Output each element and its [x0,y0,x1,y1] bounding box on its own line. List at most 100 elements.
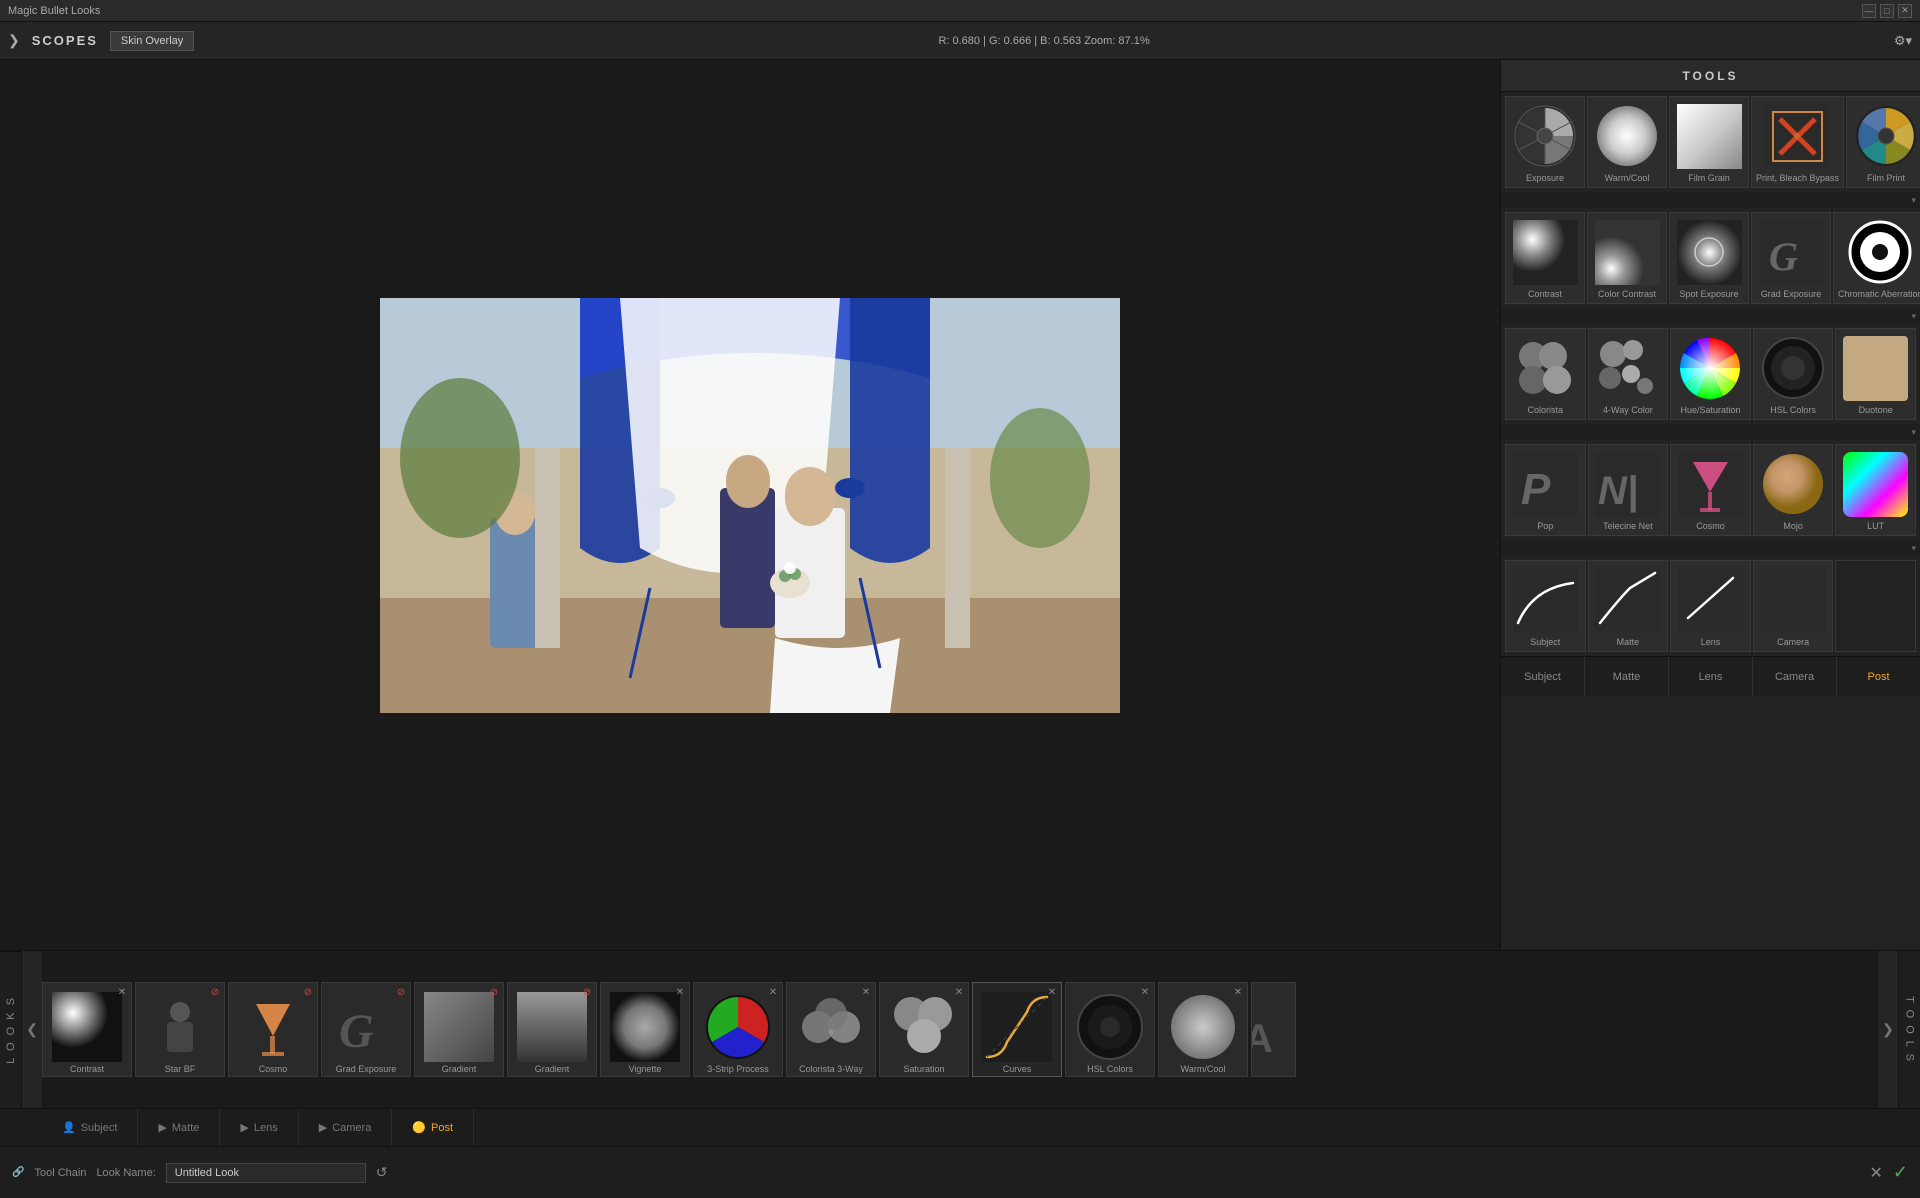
strip-gradient[interactable]: ⊘ Gradient [414,982,504,1077]
matte-icon: ▶ [158,1121,166,1134]
strip-3strip[interactable]: ✕ 3-Strip Process [693,982,783,1077]
image-panel [0,60,1500,950]
strip-close-contrast[interactable]: ✕ [115,985,129,999]
section-tab-matte[interactable]: ▶ Matte [138,1109,220,1146]
print-bleach-label: Print, Bleach Bypass [1756,173,1839,183]
strip-star-bf[interactable]: ⊘ Star BF [135,982,225,1077]
tool-film-grain[interactable]: Film Grain [1669,96,1749,188]
maximize-button[interactable]: □ [1880,4,1894,18]
strip-contrast-label: Contrast [70,1062,104,1076]
tool-colorista[interactable]: Colorista [1505,328,1586,420]
tool-4way-color[interactable]: 4-Way Color [1588,328,1669,420]
tool-print-bleach[interactable]: Print, Bleach Bypass [1751,96,1844,188]
strip-close-gradient[interactable]: ⊘ [487,985,501,999]
tool-grad-exposure[interactable]: G Grad Exposure [1751,212,1831,304]
section-row-1: ▾ [1501,192,1920,208]
tool-matte-line[interactable]: Matte [1588,560,1669,652]
tool-hsl-colors[interactable]: HSL Colors [1753,328,1834,420]
strip-gradient-label: Gradient [442,1062,477,1076]
tab-subject[interactable]: Subject [1501,657,1585,696]
film-grain-icon [1674,101,1744,171]
close-button[interactable]: ✕ [1898,4,1912,18]
section-tab-camera[interactable]: ▶ Camera [299,1109,393,1146]
section-dropdown-1[interactable]: ▾ [1911,195,1916,206]
strip-close-cosmo[interactable]: ⊘ [301,985,315,999]
tool-lut[interactable]: LUT [1835,444,1916,536]
strip-close-3strip[interactable]: ✕ [766,985,780,999]
tool-lens-line[interactable]: Lens [1670,560,1751,652]
strip-gradient2[interactable]: ⊘ Gradient [507,982,597,1077]
confirm-button[interactable]: ✓ [1893,1162,1908,1183]
strip-close-colorista3[interactable]: ✕ [859,985,873,999]
section-tab-subject[interactable]: 👤 Subject [42,1109,138,1146]
section-dropdown-4[interactable]: ▾ [1911,543,1916,554]
tool-chromatic[interactable]: Chromatic Aberration [1833,212,1920,304]
strip-grad-exposure[interactable]: ⊘ G Grad Exposure [321,982,411,1077]
tab-post[interactable]: Post [1837,657,1920,696]
subject-line-label: Subject [1510,637,1581,647]
matte-line-label: Matte [1593,637,1664,647]
section-dropdown-2[interactable]: ▾ [1911,311,1916,322]
tab-matte[interactable]: Matte [1585,657,1669,696]
tab-camera[interactable]: Camera [1753,657,1837,696]
window-controls: — □ ✕ [1862,4,1912,18]
strip-warm-cool[interactable]: ✕ Warm/Cool [1158,982,1248,1077]
strip-grad-label: Grad Exposure [336,1062,397,1076]
section-tab-lens[interactable]: ▶ Lens [220,1109,298,1146]
tool-color-contrast[interactable]: Color Contrast [1587,212,1667,304]
expand-arrow[interactable]: ❯ [8,32,20,49]
strip-close-saturation[interactable]: ✕ [952,985,966,999]
lens-line-icon [1675,565,1745,635]
film-grain-label: Film Grain [1674,173,1744,183]
strip-cosmo[interactable]: ⊘ Cosmo [228,982,318,1077]
strip-contrast[interactable]: ✕ Contrast [42,982,132,1077]
cancel-button[interactable]: ✕ [1870,1163,1883,1183]
gear-icon[interactable]: ⚙▾ [1894,33,1912,49]
svg-text:N|: N| [1598,469,1638,513]
tool-spot-exposure[interactable]: Spot Exposure [1669,212,1749,304]
strip-close-vignette[interactable]: ✕ [673,985,687,999]
strip-curves[interactable]: ✕ Curves [972,982,1062,1077]
strip-star-bf-icon [145,992,215,1062]
strip-close-grad[interactable]: ⊘ [394,985,408,999]
tool-film-print[interactable]: Film Print [1846,96,1920,188]
post-icon: 🟡 [412,1121,426,1134]
lut-label: LUT [1840,521,1911,531]
strip-close-curves[interactable]: ✕ [1045,985,1059,999]
tool-exposure[interactable]: Exposure [1505,96,1585,188]
filmstrip-right-arrow[interactable]: ❯ [1878,951,1898,1108]
tool-contrast[interactable]: Contrast [1505,212,1585,304]
tool-mojo[interactable]: Mojo [1753,444,1834,536]
strip-cosmo-icon [238,992,308,1062]
strip-close-warm[interactable]: ✕ [1231,985,1245,999]
tab-lens[interactable]: Lens [1669,657,1753,696]
tool-telecine[interactable]: N| Telecine Net [1588,444,1669,536]
tool-duotone[interactable]: Duotone [1835,328,1916,420]
tool-warm-cool[interactable]: Warm/Cool [1587,96,1667,188]
strip-partial[interactable]: A [1251,982,1296,1077]
minimize-button[interactable]: — [1862,4,1876,18]
strip-close-gradient2[interactable]: ⊘ [580,985,594,999]
strip-close-hsl[interactable]: ✕ [1138,985,1152,999]
section-tab-post[interactable]: 🟡 Post [392,1109,474,1146]
strip-hsl[interactable]: ✕ HSL Colors [1065,982,1155,1077]
tool-camera-line[interactable]: Camera [1753,560,1834,652]
film-print-label: Film Print [1851,173,1920,183]
skin-overlay-button[interactable]: Skin Overlay [110,31,194,51]
strip-hsl-icon [1075,992,1145,1062]
strip-close-star[interactable]: ⊘ [208,985,222,999]
strip-vignette[interactable]: ✕ Vignette [600,982,690,1077]
hue-sat-icon [1675,333,1745,403]
tool-subject-line[interactable]: Subject [1505,560,1586,652]
look-name-input[interactable] [166,1163,366,1183]
reset-button[interactable]: ↺ [376,1164,388,1181]
tool-hue-sat[interactable]: Hue/Saturation [1670,328,1751,420]
strip-warm-icon [1168,992,1238,1062]
tool-pop[interactable]: P Pop [1505,444,1586,536]
strip-colorista3[interactable]: ✕ Colorista 3-Way [786,982,876,1077]
strip-star-bf-label: Star BF [165,1062,196,1076]
tool-cosmo[interactable]: Cosmo [1670,444,1751,536]
section-dropdown-3[interactable]: ▾ [1911,427,1916,438]
strip-saturation[interactable]: ✕ Saturation [879,982,969,1077]
filmstrip-left-arrow[interactable]: ❮ [22,951,42,1108]
